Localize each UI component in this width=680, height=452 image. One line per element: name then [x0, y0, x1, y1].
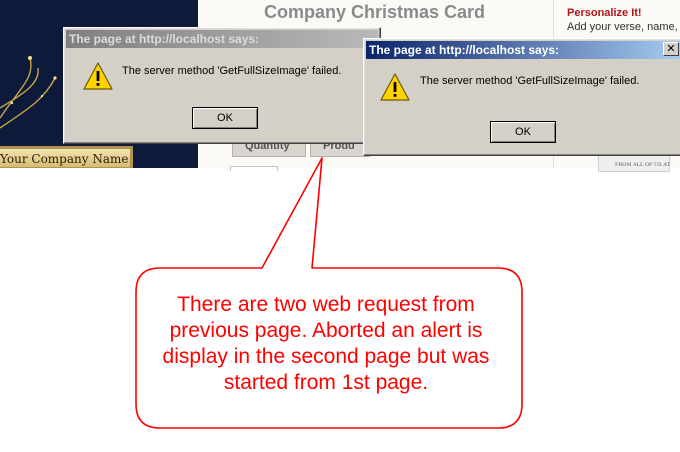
callout-text: There are two web request from previous … [162, 293, 490, 394]
